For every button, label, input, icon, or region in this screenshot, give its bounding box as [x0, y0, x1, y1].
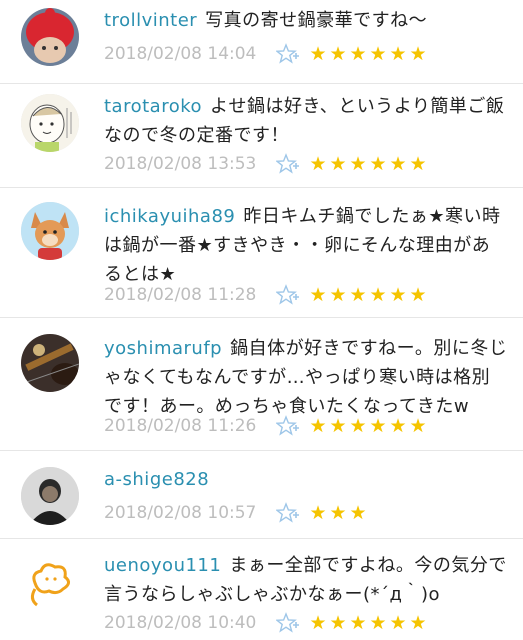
- rating-star-icon: ★: [309, 415, 327, 437]
- rating-star-icon: ★: [309, 612, 327, 634]
- star-rating: ★ ★ ★ ★ ★ ★: [308, 415, 428, 437]
- username-link[interactable]: uenoyou111: [104, 555, 221, 576]
- add-favorite-star-icon[interactable]: [276, 612, 300, 634]
- rating-star-icon: ★: [329, 612, 347, 634]
- username-link[interactable]: ichikayuiha89: [104, 206, 235, 227]
- username-link[interactable]: tarotaroko: [104, 96, 202, 117]
- rating-star-icon: ★: [409, 612, 427, 634]
- timestamp: 2018/02/08 11:28: [104, 285, 257, 305]
- add-favorite-star-icon[interactable]: [276, 43, 300, 65]
- rating-star-icon: ★: [329, 284, 347, 306]
- rating-star-icon: ★: [349, 43, 367, 65]
- timestamp: 2018/02/08 10:57: [104, 503, 257, 523]
- timestamp: 2018/02/08 13:53: [104, 154, 257, 174]
- star-rating: ★ ★ ★ ★ ★ ★: [308, 284, 428, 306]
- rating-star-icon: ★: [349, 502, 367, 524]
- comment-item: uenoyou111 まぁー全部ですよね。今の気分で言うならしゃぶしゃぶかなぁー(…: [0, 539, 523, 640]
- rating-star-icon: ★: [369, 612, 387, 634]
- rating-star-icon: ★: [329, 502, 347, 524]
- rating-star-icon: ★: [389, 612, 407, 634]
- person-photo-avatar-icon: [21, 467, 79, 525]
- avatar[interactable]: [21, 553, 79, 611]
- rating-star-icon: ★: [389, 415, 407, 437]
- avatar[interactable]: [21, 467, 79, 525]
- avatar[interactable]: [21, 94, 79, 152]
- timestamp: 2018/02/08 11:26: [104, 416, 257, 436]
- rating-star-icon: ★: [369, 415, 387, 437]
- fox-avatar-icon: [21, 202, 79, 260]
- avatar[interactable]: [21, 8, 79, 66]
- avatar[interactable]: [21, 202, 79, 260]
- rating-star-icon: ★: [349, 284, 367, 306]
- drawn-child-avatar-icon: [21, 94, 79, 152]
- comment-item: a-shige828 2018/02/08 10:57 ★ ★ ★: [0, 451, 523, 539]
- comment-item: tarotaroko よせ鍋は好き、というより簡単ご飯なので冬の定番です！ 201…: [0, 84, 523, 188]
- rating-star-icon: ★: [409, 43, 427, 65]
- rating-star-icon: ★: [349, 153, 367, 175]
- username-link[interactable]: a-shige828: [104, 469, 209, 490]
- add-favorite-star-icon[interactable]: [276, 153, 300, 175]
- rating-star-icon: ★: [369, 284, 387, 306]
- star-rating: ★ ★ ★ ★ ★ ★: [308, 612, 428, 634]
- timestamp: 2018/02/08 10:40: [104, 613, 257, 633]
- rating-star-icon: ★: [309, 153, 327, 175]
- rating-star-icon: ★: [329, 415, 347, 437]
- comment-item: yoshimarufp 鍋自体が好きですねー。別に冬じゃなくてもなんですが…やっぱ…: [0, 318, 523, 451]
- comment-item: trollvinter 写真の寄せ鍋豪華ですね〜 2018/02/08 14:04…: [0, 0, 523, 84]
- rating-star-icon: ★: [349, 612, 367, 634]
- rating-star-icon: ★: [389, 284, 407, 306]
- rating-star-icon: ★: [409, 153, 427, 175]
- red-knit-hat-avatar-icon: [21, 8, 79, 66]
- timestamp: 2018/02/08 14:04: [104, 44, 257, 64]
- rating-star-icon: ★: [329, 43, 347, 65]
- rating-star-icon: ★: [409, 284, 427, 306]
- add-favorite-star-icon[interactable]: [276, 502, 300, 524]
- star-rating: ★ ★ ★ ★ ★ ★: [308, 43, 428, 65]
- comment-item: ichikayuiha89 昨日キムチ鍋でしたぁ★寒い時は鍋が一番★すきやき・・卵…: [0, 188, 523, 318]
- rating-star-icon: ★: [389, 43, 407, 65]
- orange-cloud-avatar-icon: [21, 553, 79, 611]
- rating-star-icon: ★: [409, 415, 427, 437]
- username-link[interactable]: trollvinter: [104, 10, 197, 31]
- rating-star-icon: ★: [389, 153, 407, 175]
- rating-star-icon: ★: [349, 415, 367, 437]
- add-favorite-star-icon[interactable]: [276, 284, 300, 306]
- rating-star-icon: ★: [309, 43, 327, 65]
- rating-star-icon: ★: [369, 43, 387, 65]
- rating-star-icon: ★: [309, 502, 327, 524]
- rating-star-icon: ★: [369, 153, 387, 175]
- star-rating: ★ ★ ★: [308, 502, 368, 524]
- rating-star-icon: ★: [309, 284, 327, 306]
- avatar[interactable]: [21, 334, 79, 392]
- star-rating: ★ ★ ★ ★ ★ ★: [308, 153, 428, 175]
- rating-star-icon: ★: [329, 153, 347, 175]
- guitar-avatar-icon: [21, 334, 79, 392]
- username-link[interactable]: yoshimarufp: [104, 338, 222, 359]
- comment-list: trollvinter 写真の寄せ鍋豪華ですね〜 2018/02/08 14:04…: [0, 0, 523, 640]
- add-favorite-star-icon[interactable]: [276, 415, 300, 437]
- comment-text: 写真の寄せ鍋豪華ですね〜: [205, 10, 428, 31]
